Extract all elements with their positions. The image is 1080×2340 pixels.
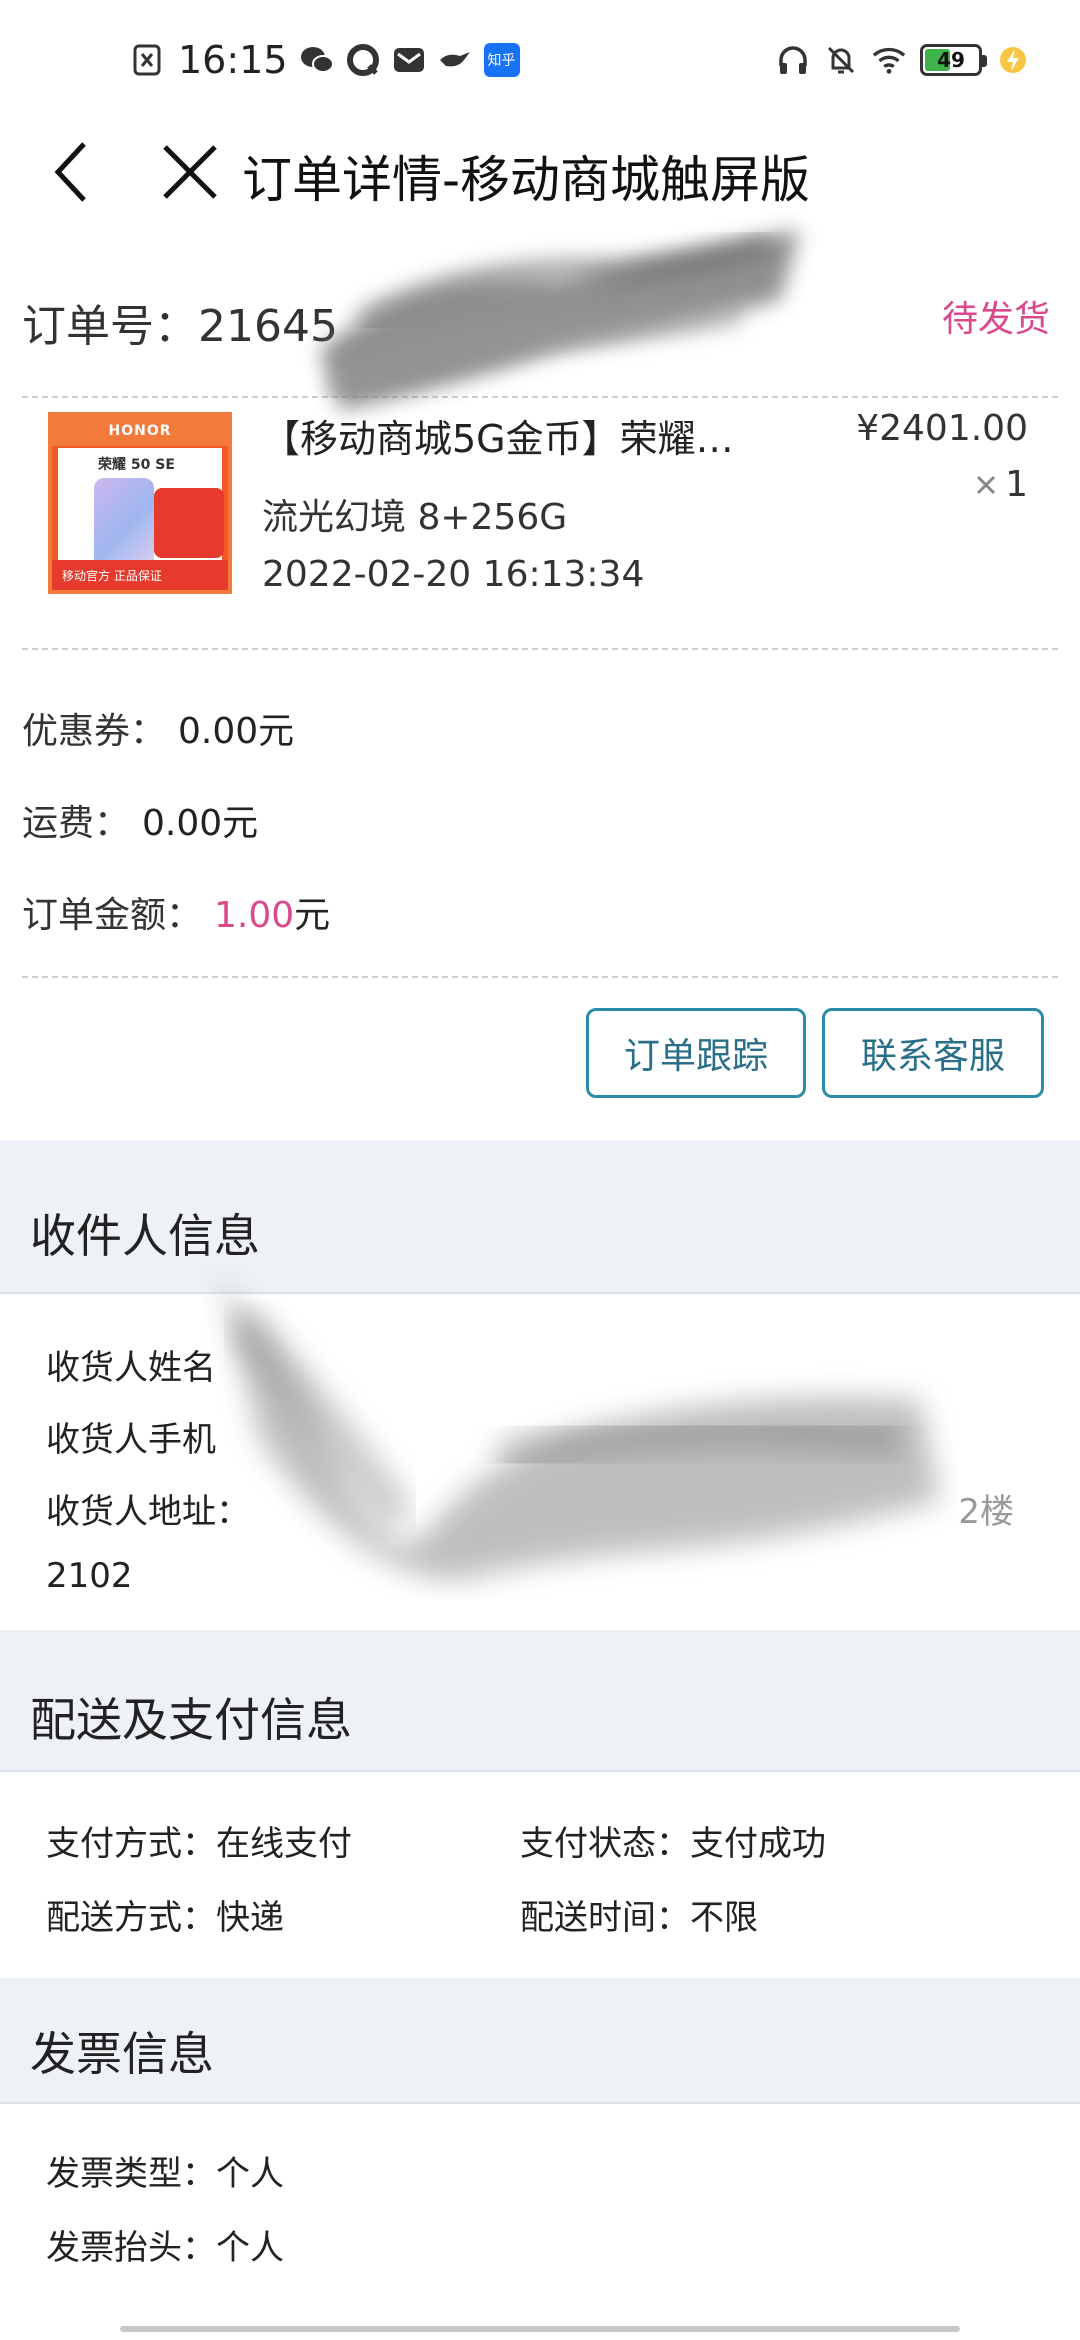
thumb-inner: 荣耀 50 SE <box>58 448 224 580</box>
chevron-left-icon <box>54 142 86 202</box>
battery-icon: 49 <box>920 44 987 76</box>
close-icon <box>163 145 217 199</box>
price-badge <box>154 488 224 558</box>
receiver-phone-label: 收货人手机 <box>46 1420 216 1460</box>
status-time: 16:15 <box>178 38 288 82</box>
delivery-section-title: 配送及支付信息 <box>30 1693 352 1747</box>
pay-status-value: 支付成功 <box>690 1824 826 1864</box>
quantity-value: 1 <box>1005 464 1028 505</box>
invoice-section-title: 发票信息 <box>30 2027 214 2081</box>
order-number-value: 21645 <box>198 301 338 352</box>
zhihu-icon: 知乎 <box>483 43 520 77</box>
home-indicator[interactable] <box>120 2326 960 2332</box>
file-icon <box>130 43 164 77</box>
amount-value: 1.00 <box>214 895 295 936</box>
privacy-smudge-receiver <box>220 1280 940 1580</box>
bird-icon <box>438 43 472 77</box>
wechat-icon <box>300 43 334 77</box>
close-button[interactable] <box>150 132 230 212</box>
order-time: 2022-02-20 16:13:34 <box>262 554 645 595</box>
section-gap <box>0 1630 1080 1646</box>
coupon-value: 0.00 <box>178 711 259 752</box>
status-bar-right: 49 <box>776 36 1030 84</box>
invoice-type-label: 发票类型： <box>46 2154 216 2194</box>
section-gap <box>0 1978 1080 1994</box>
receiver-address-row: 收货人地址： <box>46 1484 250 1533</box>
pay-status-label: 支付状态： <box>520 1824 690 1864</box>
invoice-section-header: 发票信息 <box>0 1994 1080 2104</box>
divider <box>22 976 1058 978</box>
wifi-icon <box>872 43 906 77</box>
pay-method-value: 在线支付 <box>216 1824 352 1864</box>
status-bar: 16:15 知乎 49 <box>0 0 1080 120</box>
shipping-label: 运费： <box>22 803 131 844</box>
product-spec: 流光幻境 8+256G <box>262 497 568 538</box>
ship-time-value: 不限 <box>690 1898 758 1938</box>
headphones-icon <box>776 43 810 77</box>
receiver-address-line2: 2102 <box>46 1556 133 1596</box>
ship-method-label: 配送方式： <box>46 1898 216 1938</box>
divider <box>22 648 1058 650</box>
shipping-value: 0.00 <box>142 803 223 844</box>
contact-service-button[interactable]: 联系客服 <box>822 1008 1044 1098</box>
mute-bell-icon <box>824 43 858 77</box>
receiver-section-title: 收件人信息 <box>30 1209 260 1263</box>
invoice-type-value: 个人 <box>216 2154 284 2194</box>
order-status: 待发货 <box>941 299 1050 340</box>
charging-icon <box>996 43 1030 77</box>
invoice-header-row: 发票抬头：个人 <box>46 2220 284 2269</box>
thumb-bottom: 移动官方 正品保证 <box>52 560 228 590</box>
thumb-brand: HONOR <box>52 416 228 446</box>
pay-method-label: 支付方式： <box>46 1824 216 1864</box>
coupon-row: 优惠券： 0.00元 <box>22 702 294 754</box>
ship-method-value: 快递 <box>216 1898 284 1938</box>
coupon-unit: 元 <box>258 711 295 752</box>
multiply-icon <box>977 475 996 494</box>
amount-label: 订单金额： <box>22 895 203 936</box>
receiver-name-label: 收货人姓名 <box>46 1348 216 1388</box>
product-quantity: 1 <box>975 464 1028 505</box>
order-number-label: 订单号： <box>22 301 198 352</box>
section-gap <box>0 1140 1080 1154</box>
product-name[interactable]: 【移动商城5G金币】荣耀… <box>262 408 802 463</box>
amount-unit: 元 <box>294 895 331 936</box>
app-header: 订单详情-移动商城触屏版 <box>0 120 1080 220</box>
battery-level: 49 <box>937 48 965 72</box>
shipping-row: 运费： 0.00元 <box>22 794 258 846</box>
pay-method-row: 支付方式：在线支付 <box>46 1816 352 1865</box>
ship-time-row: 配送时间：不限 <box>520 1890 758 1939</box>
mail-icon <box>392 43 426 77</box>
coupon-label: 优惠券： <box>22 711 167 752</box>
invoice-type-row: 发票类型：个人 <box>46 2146 284 2195</box>
back-button[interactable] <box>30 132 110 212</box>
ship-time-label: 配送时间： <box>520 1898 690 1938</box>
product-price: ¥2401.00 <box>856 408 1028 449</box>
delivery-section-header: 配送及支付信息 <box>0 1646 1080 1772</box>
divider <box>22 396 1058 398</box>
thumb-model: 荣耀 50 SE <box>98 457 175 473</box>
order-track-button[interactable]: 订单跟踪 <box>586 1008 806 1098</box>
receiver-section-header: 收件人信息 <box>0 1154 1080 1294</box>
receiver-address-tail: 2楼 <box>958 1492 1014 1532</box>
order-number: 订单号：21645 <box>22 290 338 354</box>
q-app-icon <box>346 43 380 77</box>
shipping-unit: 元 <box>222 803 259 844</box>
status-bar-left: 16:15 知乎 <box>130 36 520 84</box>
product-thumbnail[interactable]: HONOR 荣耀 50 SE 移动官方 正品保证 <box>48 412 232 594</box>
page-title: 订单详情-移动商城触屏版 <box>242 151 811 209</box>
invoice-header-label: 发票抬头： <box>46 2228 216 2268</box>
invoice-header-value: 个人 <box>216 2228 284 2268</box>
receiver-phone-row: 收货人手机 <box>46 1412 216 1461</box>
receiver-address-label: 收货人地址： <box>46 1492 250 1532</box>
pay-status-row: 支付状态：支付成功 <box>520 1816 826 1865</box>
receiver-name-row: 收货人姓名 <box>46 1340 216 1389</box>
amount-row: 订单金额： 1.00元 <box>22 886 330 938</box>
ship-method-row: 配送方式：快递 <box>46 1890 284 1939</box>
